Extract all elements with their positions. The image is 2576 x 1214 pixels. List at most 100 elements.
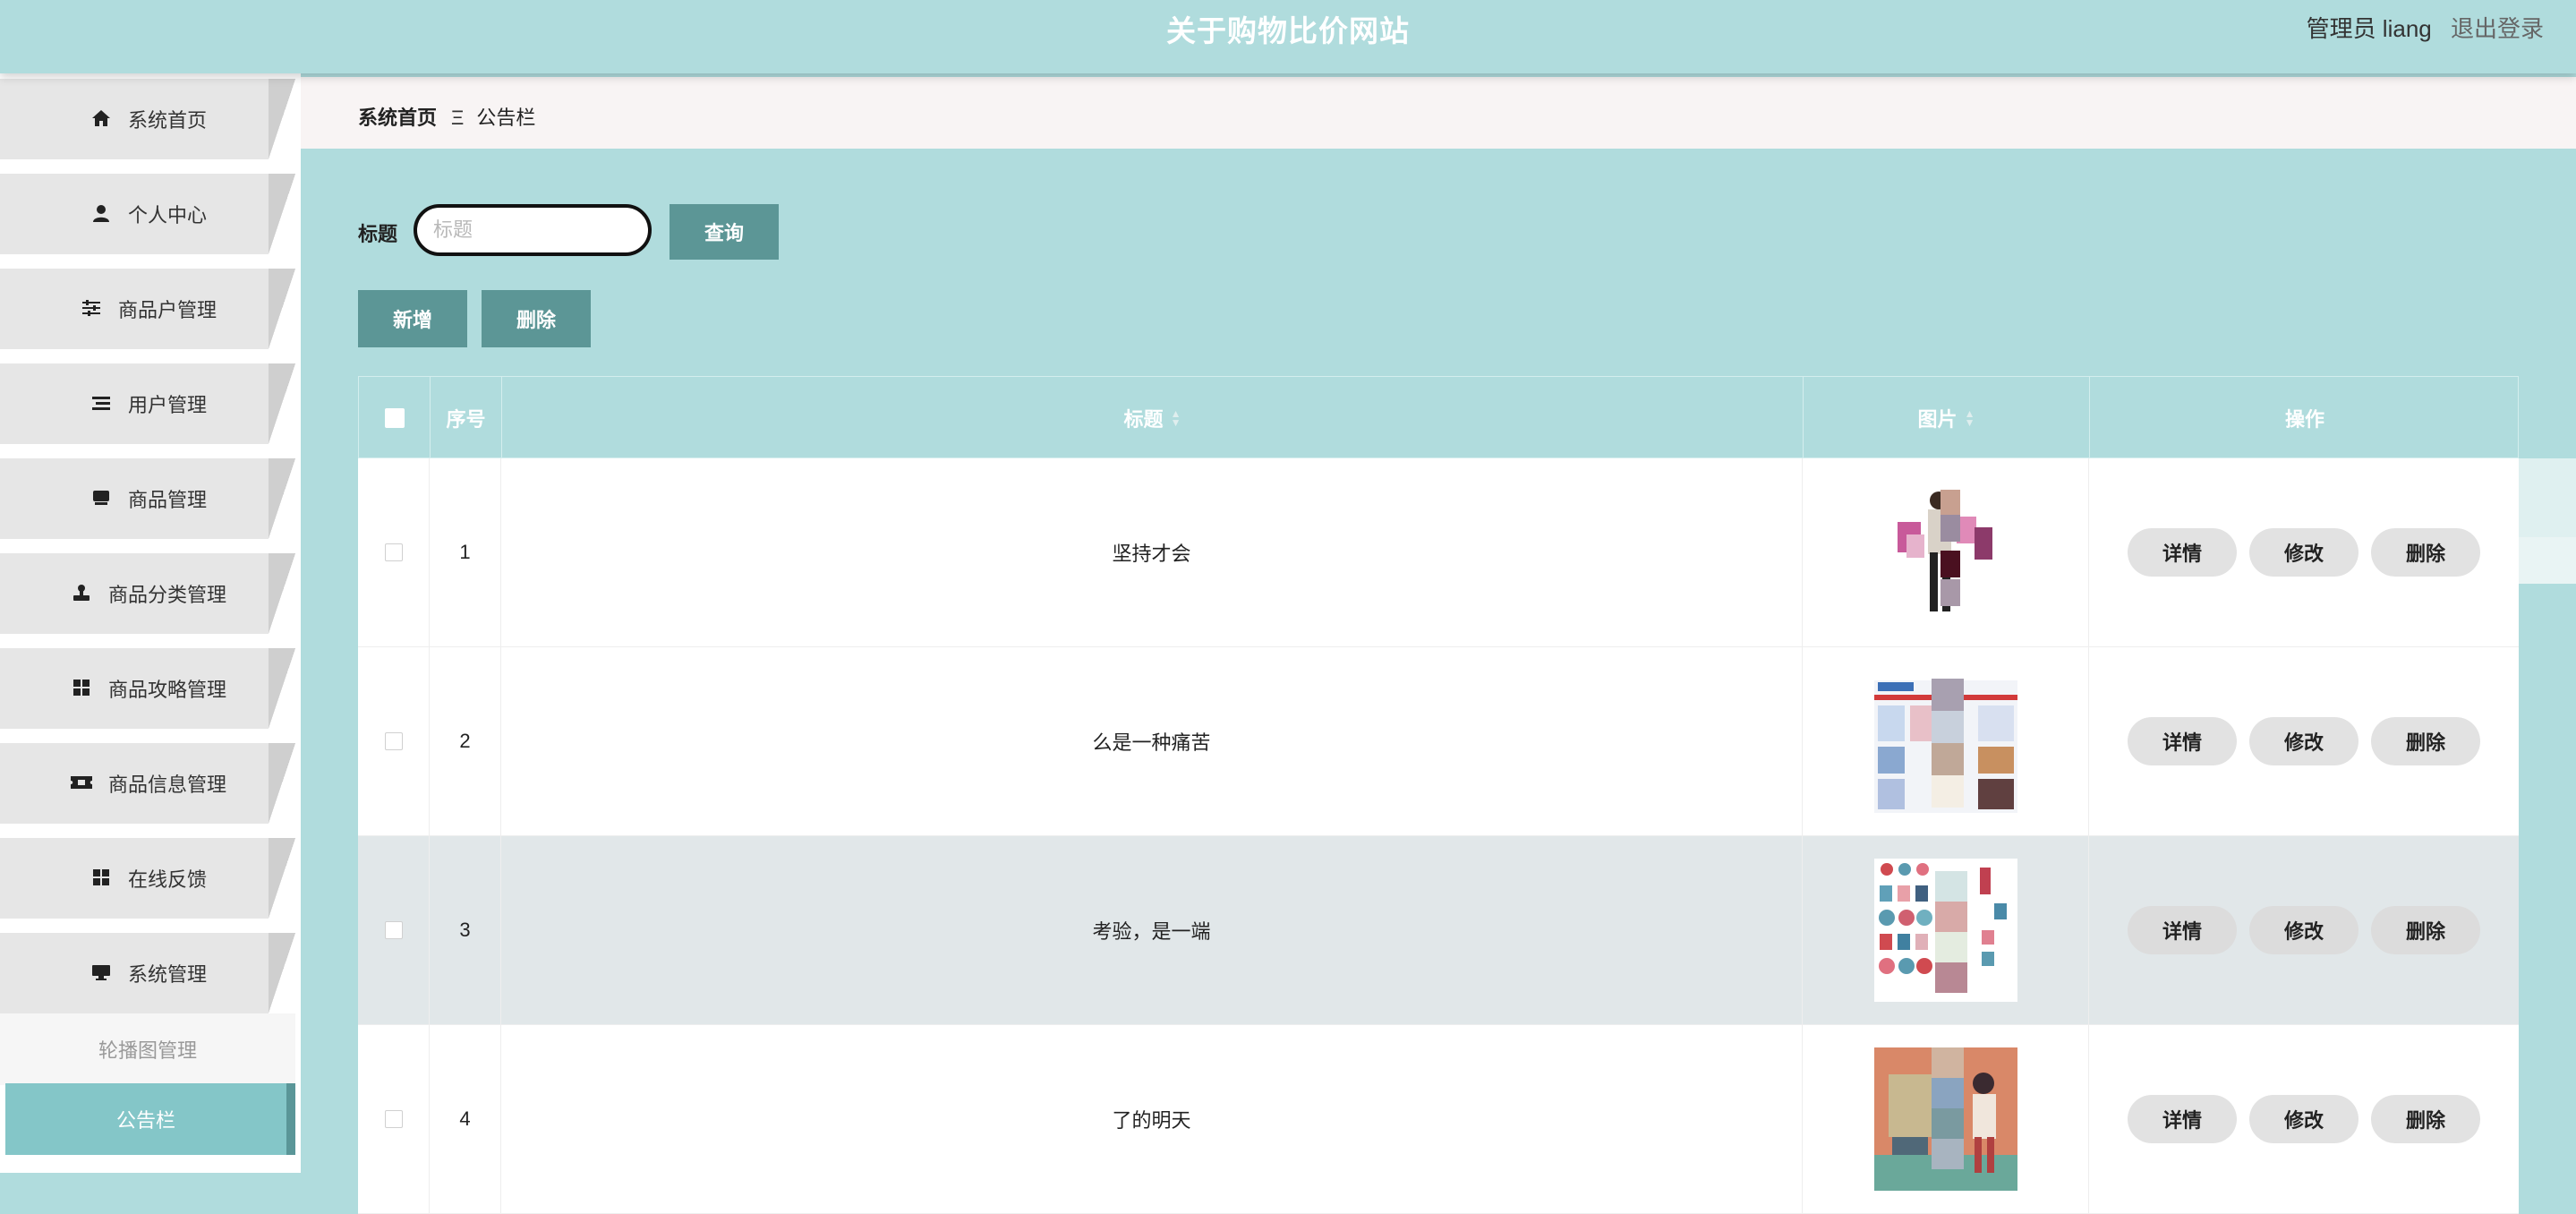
breadcrumb: 系统首页 Ξ 公告栏 — [358, 102, 535, 131]
logout-link[interactable]: 退出登录 — [2451, 15, 2544, 42]
edit-button[interactable]: 修改 — [2249, 717, 2358, 765]
row-index: 2 — [430, 647, 501, 835]
shopping-illustration-image — [1873, 1047, 2017, 1191]
row-title: 了的明天 — [501, 1025, 1803, 1213]
list-icon — [89, 394, 114, 414]
row-select-cell — [358, 836, 430, 1024]
column-header-label: 标题 — [1123, 408, 1164, 431]
select-all-cell — [359, 377, 431, 459]
table-row: 4 了的明天 详情 修改 删除 — [358, 1025, 2519, 1214]
column-header-label: 操作 — [2284, 408, 2324, 431]
row-checkbox[interactable] — [384, 732, 403, 750]
sidebar-item-home[interactable]: 系统首页 — [0, 79, 295, 159]
row-actions: 详情 修改 删除 — [2089, 647, 2519, 835]
row-index: 3 — [430, 836, 501, 1024]
row-actions: 详情 修改 删除 — [2089, 1025, 2519, 1213]
site-title: 关于购物比价网站 — [1166, 14, 1410, 47]
sidebar-item-merchant[interactable]: 商品户管理 — [0, 269, 295, 349]
detail-button[interactable]: 详情 — [2128, 1095, 2237, 1143]
row-delete-button[interactable]: 删除 — [2371, 1095, 2480, 1143]
row-image-cell — [1803, 1025, 2089, 1213]
top-header: 关于购物比价网站 管理员 liang 退出登录 — [0, 0, 2576, 73]
sidebar-item-label: 商品分类管理 — [107, 584, 226, 606]
column-header-label: 图片 — [1917, 408, 1958, 431]
detail-button[interactable]: 详情 — [2128, 528, 2237, 577]
table-row: 2 么是一种痛苦 详情 修改 删除 — [358, 647, 2519, 836]
column-header-image[interactable]: 图片 ▲ ▼ — [1804, 377, 2090, 459]
sliders-icon — [79, 299, 104, 319]
grid-icon — [69, 679, 94, 698]
table-row: 1 坚持才会 详情 修改 删除 — [358, 458, 2519, 647]
row-checkbox[interactable] — [384, 921, 403, 939]
row-delete-button[interactable]: 删除 — [2371, 717, 2480, 765]
column-header-label: 序号 — [446, 408, 486, 431]
sidebar-item-label: 商品管理 — [127, 489, 207, 511]
row-image-cell — [1803, 458, 2089, 646]
sidebar-item-label: 用户管理 — [127, 394, 207, 416]
detail-button[interactable]: 详情 — [2128, 717, 2237, 765]
shopping-woman-image — [1873, 481, 2017, 624]
row-image-cell — [1803, 647, 2089, 835]
sidebar-item-label: 系统管理 — [127, 963, 207, 986]
sidebar-item-label: 商品信息管理 — [107, 774, 226, 796]
monitor-icon — [89, 963, 114, 983]
sidebar-item-products[interactable]: 商品管理 — [0, 458, 295, 539]
row-index: 1 — [430, 458, 501, 646]
detail-button[interactable]: 详情 — [2128, 906, 2237, 954]
row-select-cell — [358, 647, 430, 835]
sidebar-item-system[interactable]: 系统管理 — [0, 933, 295, 1013]
sidebar-subitem-notice[interactable]: 公告栏 — [5, 1083, 295, 1155]
box-icon — [89, 489, 114, 509]
sidebar: 系统首页 个人中心 商品户管理 用户管理 商品管理 商品分类管理 商品攻略管理 … — [0, 73, 301, 1173]
edit-button[interactable]: 修改 — [2249, 528, 2358, 577]
row-delete-button[interactable]: 删除 — [2371, 528, 2480, 577]
delete-button[interactable]: 删除 — [482, 290, 591, 347]
column-header-index: 序号 — [431, 377, 502, 459]
select-all-checkbox[interactable] — [384, 408, 405, 428]
column-header-title[interactable]: 标题 ▲ ▼ — [502, 377, 1804, 459]
row-title: 考验，是一端 — [501, 836, 1803, 1024]
notice-table: 序号 标题 ▲ ▼ 图片 ▲ ▼ 操作 1 坚持才会 详情 修改 删除 2 么是… — [358, 376, 2519, 1214]
home-icon — [89, 109, 114, 129]
row-image-cell — [1803, 836, 2089, 1024]
row-actions: 详情 修改 删除 — [2089, 836, 2519, 1024]
sidebar-item-profile[interactable]: 个人中心 — [0, 174, 295, 254]
row-title: 坚持才会 — [501, 458, 1803, 646]
right-edge-strip — [2519, 537, 2576, 584]
sort-icon[interactable]: ▲ ▼ — [1965, 408, 1975, 428]
sidebar-item-label: 商品户管理 — [117, 299, 217, 321]
row-delete-button[interactable]: 删除 — [2371, 906, 2480, 954]
breadcrumb-current: 公告栏 — [476, 107, 536, 129]
row-select-cell — [358, 458, 430, 646]
table-header: 序号 标题 ▲ ▼ 图片 ▲ ▼ 操作 — [358, 376, 2520, 459]
row-title: 么是一种痛苦 — [501, 647, 1803, 835]
edit-button[interactable]: 修改 — [2249, 1095, 2358, 1143]
sidebar-item-categories[interactable]: 商品分类管理 — [0, 553, 295, 634]
product-icons-image — [1873, 859, 2017, 1002]
row-index: 4 — [430, 1025, 501, 1213]
row-checkbox[interactable] — [384, 543, 403, 561]
stamp-icon — [69, 584, 94, 603]
user-area: 管理员 liang 退出登录 — [2307, 11, 2544, 44]
row-checkbox[interactable] — [384, 1110, 403, 1128]
sidebar-item-guides[interactable]: 商品攻略管理 — [0, 648, 295, 729]
breadcrumb-home[interactable]: 系统首页 — [358, 107, 437, 129]
sidebar-item-label: 商品攻略管理 — [107, 679, 226, 701]
sort-icon[interactable]: ▲ ▼ — [1171, 408, 1181, 428]
right-edge-strip — [2519, 458, 2576, 537]
sidebar-item-users[interactable]: 用户管理 — [0, 363, 295, 444]
sidebar-item-product-info[interactable]: 商品信息管理 — [0, 743, 295, 824]
add-button[interactable]: 新增 — [358, 290, 467, 347]
edit-button[interactable]: 修改 — [2249, 906, 2358, 954]
breadcrumb-bar: 系统首页 Ξ 公告栏 — [301, 77, 2576, 149]
grid-icon — [89, 868, 114, 888]
admin-username: 管理员 liang — [2306, 15, 2432, 42]
sidebar-subitem-carousel[interactable]: 轮播图管理 — [0, 1013, 295, 1085]
sidebar-item-label: 在线反馈 — [127, 868, 207, 891]
column-header-actions: 操作 — [2090, 377, 2520, 459]
sidebar-item-feedback[interactable]: 在线反馈 — [0, 838, 295, 919]
ecommerce-page-image — [1873, 670, 2017, 813]
search-button[interactable]: 查询 — [670, 204, 779, 260]
row-actions: 详情 修改 删除 — [2089, 458, 2519, 646]
search-input[interactable] — [414, 204, 652, 256]
